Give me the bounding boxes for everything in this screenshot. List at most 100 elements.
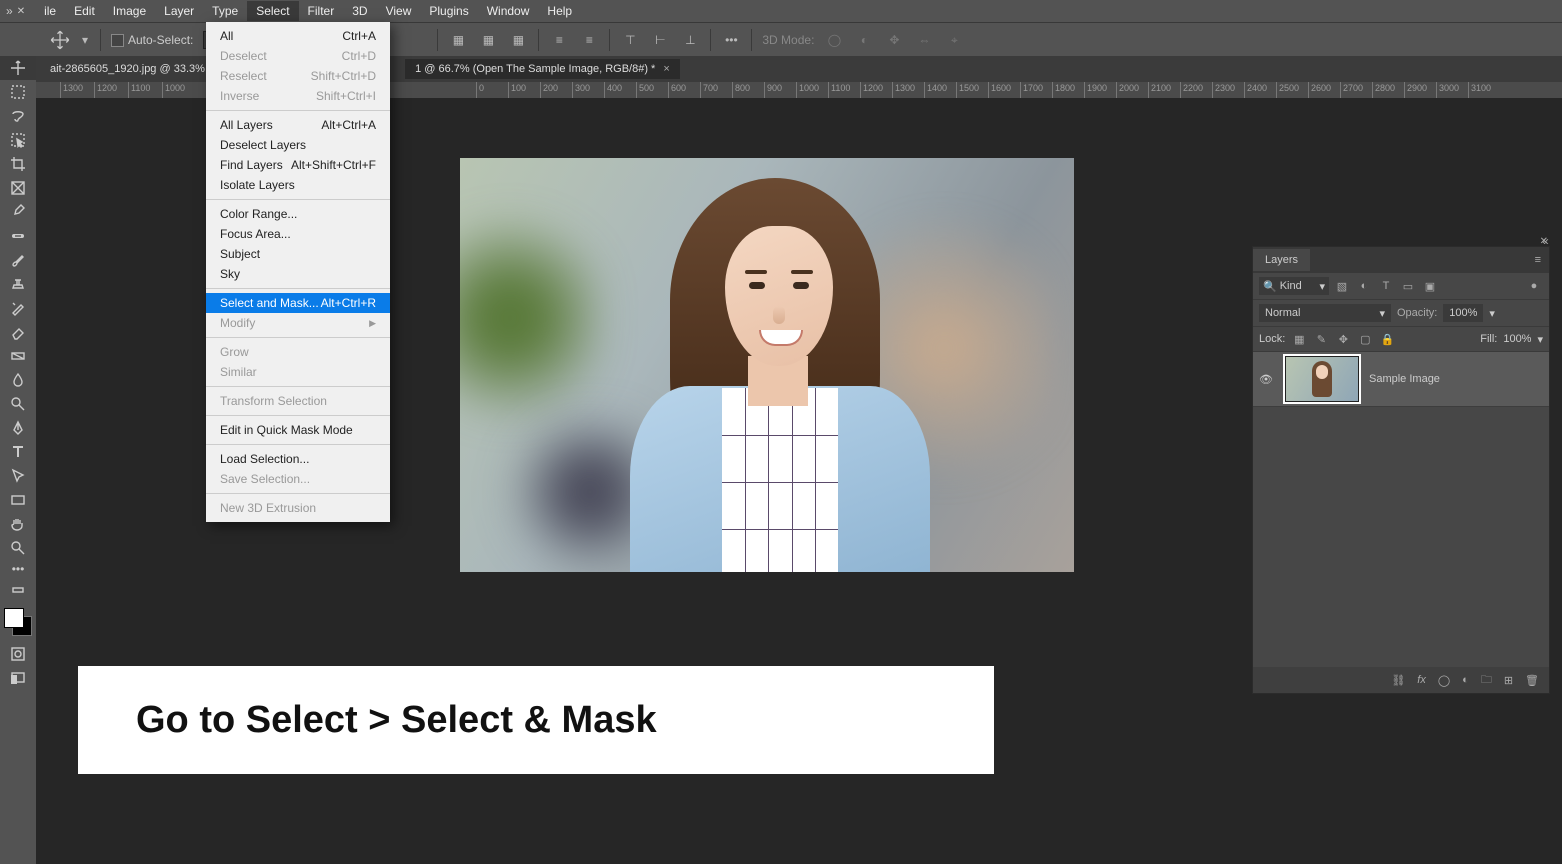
3d-pan-icon[interactable]: ✥ [884, 30, 904, 50]
menu-item-find-layers[interactable]: Find LayersAlt+Shift+Ctrl+F [206, 155, 390, 175]
quick-mask-icon[interactable] [0, 642, 36, 666]
chevron-down-icon[interactable]: ▾ [80, 30, 90, 50]
visibility-toggle-icon[interactable]: 👁 [1253, 373, 1279, 386]
window-chevrons-icon[interactable]: » [6, 4, 13, 18]
panel-menu-icon[interactable]: ≡ [1535, 254, 1541, 266]
3d-orbit-icon[interactable]: ◯ [824, 30, 844, 50]
zoom-tool[interactable] [0, 536, 36, 560]
frame-tool[interactable] [0, 176, 36, 200]
menu-type[interactable]: Type [203, 1, 247, 21]
menu-item-all[interactable]: AllCtrl+A [206, 26, 390, 46]
more-tools-icon[interactable]: ••• [0, 560, 36, 578]
filter-adjustment-icon[interactable]: ◐ [1355, 277, 1373, 295]
menu-item-load-selection[interactable]: Load Selection... [206, 449, 390, 469]
lock-position-icon[interactable]: ✥ [1335, 331, 1351, 347]
layer-name[interactable]: Sample Image [1365, 373, 1549, 385]
delete-layer-icon[interactable]: 🗑 [1525, 674, 1539, 687]
menu-file[interactable]: ile [35, 1, 65, 21]
blend-mode-dropdown[interactable]: Normal▾ [1259, 304, 1391, 322]
align-top-icon[interactable]: ⊤ [620, 30, 640, 50]
lock-artboard-icon[interactable]: ▢ [1357, 331, 1373, 347]
rectangle-tool[interactable] [0, 488, 36, 512]
lock-transparent-icon[interactable]: ▦ [1291, 331, 1307, 347]
menu-help[interactable]: Help [538, 1, 581, 21]
move-tool[interactable] [0, 56, 36, 80]
object-selection-tool[interactable] [0, 128, 36, 152]
pen-tool[interactable] [0, 416, 36, 440]
menu-3d[interactable]: 3D [343, 1, 376, 21]
filter-toggle-icon[interactable]: ● [1525, 277, 1543, 295]
clone-stamp-tool[interactable] [0, 272, 36, 296]
lock-all-icon[interactable]: 🔒 [1379, 331, 1395, 347]
group-layers-icon[interactable]: 🗀 [1481, 671, 1492, 690]
color-swatch[interactable] [4, 608, 32, 636]
layer-row[interactable]: 👁 Sample Image [1253, 352, 1549, 407]
menu-item-color-range[interactable]: Color Range... [206, 204, 390, 224]
menu-item-isolate-layers[interactable]: Isolate Layers [206, 175, 390, 195]
menu-item-select-and-mask[interactable]: Select and Mask...Alt+Ctrl+R [206, 293, 390, 313]
move-tool-icon[interactable] [50, 30, 70, 50]
layer-thumbnail[interactable] [1285, 356, 1359, 402]
align-bottom-icon[interactable]: ⊥ [680, 30, 700, 50]
edit-toolbar-icon[interactable] [0, 578, 36, 602]
align-center-icon[interactable]: ▦ [478, 30, 498, 50]
filter-shape-icon[interactable]: ▭ [1399, 277, 1417, 295]
tab-document-2[interactable]: 1 @ 66.7% (Open The Sample Image, RGB/8#… [405, 59, 680, 79]
gradient-tool[interactable] [0, 344, 36, 368]
brush-tool[interactable] [0, 248, 36, 272]
opacity-value[interactable]: 100% [1443, 304, 1483, 322]
3d-roll-icon[interactable]: ◐ [854, 30, 874, 50]
filter-smart-icon[interactable]: ▣ [1421, 277, 1439, 295]
menu-item-deselect-layers[interactable]: Deselect Layers [206, 135, 390, 155]
path-selection-tool[interactable] [0, 464, 36, 488]
eyedropper-tool[interactable] [0, 200, 36, 224]
menu-window[interactable]: Window [478, 1, 539, 21]
align-right-icon[interactable]: ▦ [508, 30, 528, 50]
link-layers-icon[interactable]: ⛓ [1391, 674, 1405, 687]
3d-slide-icon[interactable]: ⇔ [914, 30, 934, 50]
chevron-down-icon[interactable]: ▾ [1489, 307, 1495, 320]
close-tab-icon[interactable]: × [663, 63, 669, 75]
lasso-tool[interactable] [0, 104, 36, 128]
layers-panel-tab[interactable]: Layers [1253, 249, 1310, 271]
adjustment-layer-icon[interactable]: ◐ [1462, 674, 1469, 686]
filter-type-icon[interactable]: T [1377, 277, 1395, 295]
distribute-h-icon[interactable]: ≡ [549, 30, 569, 50]
more-options-icon[interactable]: ••• [721, 30, 741, 50]
lock-image-icon[interactable]: ✎ [1313, 331, 1329, 347]
new-layer-icon[interactable]: ⊞ [1504, 674, 1513, 687]
menu-item-focus-area[interactable]: Focus Area... [206, 224, 390, 244]
healing-brush-tool[interactable] [0, 224, 36, 248]
menu-view[interactable]: View [377, 1, 421, 21]
marquee-tool[interactable] [0, 80, 36, 104]
menu-item-edit-in-quick-mask-mode[interactable]: Edit in Quick Mask Mode [206, 420, 390, 440]
blur-tool[interactable] [0, 368, 36, 392]
menu-item-subject[interactable]: Subject [206, 244, 390, 264]
auto-select-checkbox[interactable]: Auto-Select: [111, 33, 193, 47]
type-tool[interactable] [0, 440, 36, 464]
menu-plugins[interactable]: Plugins [420, 1, 477, 21]
align-middle-icon[interactable]: ⊢ [650, 30, 670, 50]
3d-zoom-icon[interactable]: ⌖ [944, 30, 964, 50]
menu-item-sky[interactable]: Sky [206, 264, 390, 284]
crop-tool[interactable] [0, 152, 36, 176]
fill-value[interactable]: 100% [1503, 333, 1531, 345]
layer-style-icon[interactable]: fx [1417, 674, 1426, 686]
menu-image[interactable]: Image [104, 1, 155, 21]
chevron-down-icon[interactable]: ▾ [1537, 333, 1543, 346]
eraser-tool[interactable] [0, 320, 36, 344]
distribute-v-icon[interactable]: ≡ [579, 30, 599, 50]
menu-filter[interactable]: Filter [299, 1, 344, 21]
menu-edit[interactable]: Edit [65, 1, 104, 21]
history-brush-tool[interactable] [0, 296, 36, 320]
filter-kind-dropdown[interactable]: 🔍Kind▾ [1259, 277, 1329, 295]
menu-item-all-layers[interactable]: All LayersAlt+Ctrl+A [206, 115, 390, 135]
menu-layer[interactable]: Layer [155, 1, 203, 21]
hand-tool[interactable] [0, 512, 36, 536]
filter-pixel-icon[interactable]: ▧ [1333, 277, 1351, 295]
dodge-tool[interactable] [0, 392, 36, 416]
layer-mask-icon[interactable]: ◯ [1438, 674, 1450, 687]
close-icon[interactable]: ✕ [17, 6, 25, 17]
screen-mode-icon[interactable] [0, 666, 36, 690]
align-left-icon[interactable]: ▦ [448, 30, 468, 50]
